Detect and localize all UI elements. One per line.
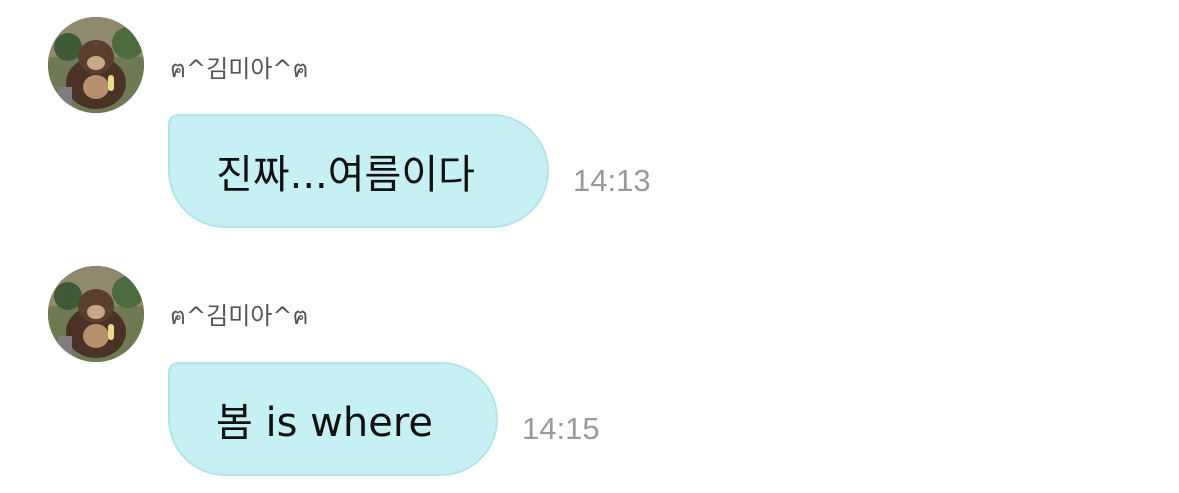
message-timestamp: 14:13 <box>573 163 651 198</box>
message-bubble[interactable]: 진짜...여름이다 <box>168 114 549 228</box>
message-text: 진짜...여름이다 <box>216 152 475 198</box>
message-group: ฅ^김미아^ฅ 봄 is where 14:15 <box>0 248 1179 493</box>
message-group: ฅ^김미아^ฅ 진짜...여름이다 14:13 <box>0 0 1179 245</box>
message-timestamp: 14:15 <box>522 411 600 446</box>
sender-name: ฅ^김미아^ฅ <box>170 55 309 83</box>
message-bubble[interactable]: 봄 is where <box>168 362 498 476</box>
gorilla-avatar-icon <box>48 266 144 362</box>
sender-avatar[interactable] <box>48 17 144 113</box>
sender-name: ฅ^김미아^ฅ <box>170 302 309 330</box>
gorilla-avatar-icon <box>48 17 144 113</box>
sender-avatar[interactable] <box>48 266 144 362</box>
message-text: 봄 is where <box>216 400 434 446</box>
